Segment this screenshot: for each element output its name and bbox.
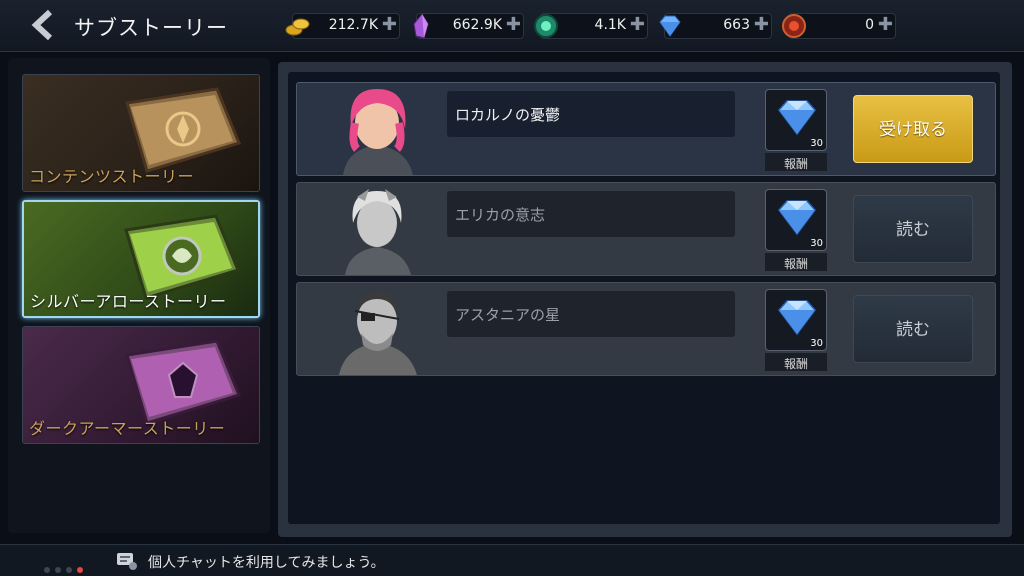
add-orb-button[interactable]: ✚ xyxy=(630,14,645,35)
currency-crystal: 662.9K ✚ xyxy=(408,12,524,40)
story-title-box: エリカの意志 xyxy=(447,191,735,237)
diamond-icon xyxy=(659,15,681,37)
character-portrait xyxy=(339,291,417,375)
story-title: アスタニアの星 xyxy=(455,306,561,324)
currency-orb-value: 4.1K xyxy=(594,17,626,33)
reward-slot[interactable]: 30 xyxy=(765,289,827,351)
add-gold-button[interactable]: ✚ xyxy=(382,14,397,35)
currency-gold: 212.7K ✚ xyxy=(284,12,400,40)
chat-bar[interactable]: 個人チャットを利用してみましょう。 xyxy=(0,544,1024,576)
reward-slot[interactable]: 30 xyxy=(765,189,827,251)
story-title-box: ロカルノの憂鬱 xyxy=(447,91,735,137)
purple-crystal-icon xyxy=(413,13,429,39)
category-content-story[interactable]: コンテンツストーリー xyxy=(22,74,260,192)
gold-coins-icon xyxy=(285,18,310,36)
indicator-dot-active xyxy=(77,567,83,573)
chevron-left-icon[interactable] xyxy=(28,8,60,42)
read-button[interactable]: 読む xyxy=(853,295,973,363)
reward-quantity: 30 xyxy=(810,338,823,349)
currency-orb: 4.1K ✚ xyxy=(532,12,648,40)
indicator-dot xyxy=(55,567,61,573)
receive-button[interactable]: 受け取る xyxy=(853,95,973,163)
category-dark-armor-story[interactable]: ダークアーマーストーリー xyxy=(22,326,260,444)
currency-diamond: 663 ✚ xyxy=(656,12,772,40)
diamond-icon xyxy=(778,300,816,336)
currency-diamond-value: 663 xyxy=(723,17,750,33)
diamond-icon xyxy=(778,100,816,136)
category-silver-arrow-story[interactable]: シルバーアローストーリー xyxy=(22,200,260,318)
story-row: アスタニアの星 30 報酬 読む xyxy=(296,282,996,376)
chat-icon xyxy=(117,553,137,570)
character-portrait xyxy=(345,189,411,275)
category-label: シルバーアローストーリー xyxy=(30,292,227,311)
page-indicator xyxy=(44,558,88,576)
story-row: ロカルノの憂鬱 30 報酬 受け取る xyxy=(296,82,996,176)
red-gem-icon xyxy=(782,14,806,38)
read-button[interactable]: 読む xyxy=(853,195,973,263)
category-label: コンテンツストーリー xyxy=(29,167,195,186)
green-orb-icon xyxy=(534,14,558,38)
character-portrait xyxy=(343,89,413,175)
story-title: エリカの意志 xyxy=(455,206,546,224)
reward-quantity: 30 xyxy=(810,138,823,149)
reward-label: 報酬 xyxy=(765,353,827,371)
reward-label: 報酬 xyxy=(765,153,827,171)
currency-ruby-value: 0 xyxy=(865,17,874,33)
indicator-dot xyxy=(66,567,72,573)
reward-slot[interactable]: 30 xyxy=(765,89,827,151)
page-title: サブストーリー xyxy=(74,16,228,40)
story-title: ロカルノの憂鬱 xyxy=(455,106,561,124)
add-crystal-button[interactable]: ✚ xyxy=(506,14,521,35)
reward-quantity: 30 xyxy=(810,238,823,249)
add-ruby-button[interactable]: ✚ xyxy=(878,14,893,35)
indicator-dot xyxy=(44,567,50,573)
story-panel: ロカルノの憂鬱 30 報酬 受け取る エリカの意志 30 報酬 読む アスタニア… xyxy=(278,62,1012,537)
chat-message: 個人チャットを利用してみましょう。 xyxy=(148,555,385,571)
currency-ruby: 0 ✚ xyxy=(780,12,896,40)
story-row: エリカの意志 30 報酬 読む xyxy=(296,182,996,276)
top-bar: サブストーリー 212.7K ✚ 662.9K ✚ 4.1K ✚ 663 ✚ 0… xyxy=(0,0,1024,52)
currency-crystal-value: 662.9K xyxy=(452,17,502,33)
reward-label: 報酬 xyxy=(765,253,827,271)
diamond-icon xyxy=(778,200,816,236)
category-list: コンテンツストーリー シルバーアローストーリー ダークアーマーストーリー xyxy=(8,58,270,533)
currency-gold-value: 212.7K xyxy=(328,17,378,33)
story-title-box: アスタニアの星 xyxy=(447,291,735,337)
add-diamond-button[interactable]: ✚ xyxy=(754,14,769,35)
category-label: ダークアーマーストーリー xyxy=(29,419,226,438)
